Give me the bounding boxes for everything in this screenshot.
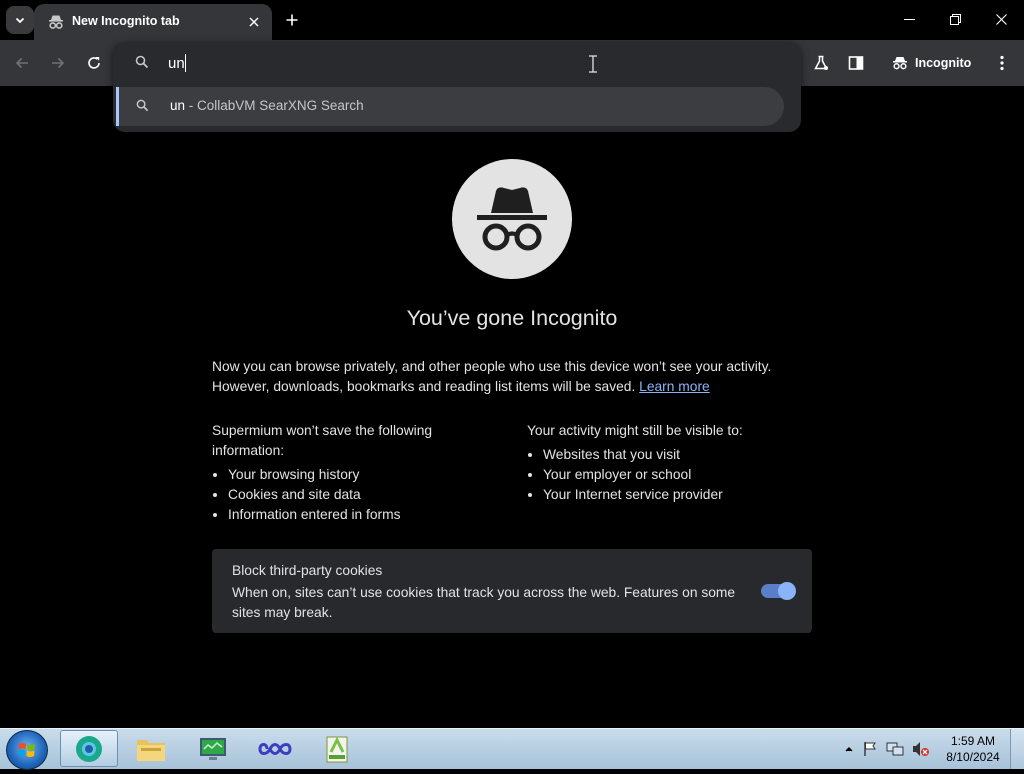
windows-logo-icon bbox=[18, 743, 35, 757]
incognito-icon bbox=[893, 57, 907, 70]
block-cookies-toggle[interactable] bbox=[761, 582, 796, 600]
incognito-intro: Now you can browse privately, and other … bbox=[212, 357, 812, 397]
close-icon bbox=[995, 13, 1007, 25]
incognito-spy-icon bbox=[477, 187, 547, 251]
system-tray bbox=[844, 729, 930, 769]
chevron-up-icon[interactable] bbox=[844, 744, 854, 754]
taskbar-app-supermium[interactable] bbox=[60, 730, 118, 767]
volume-muted-icon[interactable] bbox=[912, 741, 930, 757]
plus-icon bbox=[286, 14, 298, 26]
side-panel-icon bbox=[848, 56, 864, 70]
list-item: Information entered in forms bbox=[228, 505, 472, 525]
incognito-logo bbox=[452, 159, 572, 279]
list-item: Your Internet service provider bbox=[543, 485, 812, 505]
network-icon[interactable] bbox=[886, 741, 904, 757]
close-window-button[interactable] bbox=[978, 0, 1024, 38]
learn-more-link[interactable]: Learn more bbox=[639, 379, 710, 394]
minimize-button[interactable] bbox=[886, 0, 932, 38]
taskbar-app-explorer[interactable] bbox=[122, 730, 180, 767]
show-desktop-button[interactable] bbox=[1010, 729, 1024, 769]
wont-save-section: Supermium won’t save the following infor… bbox=[212, 421, 472, 525]
clock-date: 8/10/2024 bbox=[946, 750, 1000, 764]
minimize-icon bbox=[903, 18, 915, 20]
close-icon bbox=[249, 17, 259, 27]
flag-icon[interactable] bbox=[862, 741, 878, 757]
supermium-browser-icon bbox=[76, 735, 102, 762]
omnibox-popup: un - CollabVM SearXNG Search bbox=[113, 42, 801, 132]
suggestion-separator: - bbox=[185, 98, 198, 113]
text-caret bbox=[185, 54, 186, 72]
new-tab-button[interactable] bbox=[281, 9, 303, 31]
cookie-controls-card: Block third-party cookies When on, sites… bbox=[212, 549, 812, 633]
cookie-card-title: Block third-party cookies bbox=[232, 563, 383, 578]
suggestion-query: un bbox=[170, 98, 186, 113]
address-input[interactable] bbox=[168, 53, 588, 73]
cookie-card-description: When on, sites can’t use cookies that tr… bbox=[232, 585, 736, 620]
clock-time: 1:59 AM bbox=[950, 734, 996, 748]
page-title: You’ve gone Incognito bbox=[406, 306, 618, 330]
list-item: Your browsing history bbox=[228, 465, 472, 485]
tab-strip: New Incognito tab bbox=[0, 0, 1024, 40]
incognito-profile-button[interactable]: Incognito bbox=[884, 48, 979, 78]
search-icon bbox=[135, 55, 149, 69]
restore-icon bbox=[949, 13, 961, 25]
suggestion-text: un - CollabVM SearXNG Search bbox=[170, 98, 364, 113]
menu-button[interactable] bbox=[989, 50, 1015, 76]
chevron-down-icon bbox=[15, 17, 25, 24]
still-visible-list: Websites that you visit Your employer or… bbox=[527, 445, 812, 505]
taskbar-clock[interactable]: 1:59 AM 8/10/2024 bbox=[944, 733, 1002, 765]
still-visible-title: Your activity might still be visible to: bbox=[527, 423, 743, 438]
taskbar: 1:59 AM 8/10/2024 bbox=[0, 728, 1024, 770]
list-item: Websites that you visit bbox=[543, 445, 812, 465]
flask-icon bbox=[814, 55, 828, 70]
wont-save-title: Supermium won’t save the following infor… bbox=[212, 423, 433, 458]
arrow-left-icon bbox=[15, 57, 28, 69]
taskbar-app-infinity[interactable] bbox=[246, 730, 304, 767]
still-visible-section: Your activity might still be visible to:… bbox=[527, 421, 812, 505]
back-button[interactable] bbox=[9, 50, 35, 76]
suggestion-selected-indicator bbox=[116, 87, 119, 126]
tab-close-button[interactable] bbox=[244, 12, 264, 32]
notepad-plus-plus-icon bbox=[326, 736, 348, 762]
restore-button[interactable] bbox=[932, 0, 978, 38]
arrow-right-icon bbox=[52, 57, 65, 69]
list-item: Cookies and site data bbox=[228, 485, 472, 505]
infinity-icon bbox=[258, 742, 292, 755]
suggestion-engine: CollabVM SearXNG Search bbox=[197, 98, 364, 113]
side-panel-button[interactable] bbox=[843, 50, 869, 76]
taskbar-app-task-manager[interactable] bbox=[184, 730, 242, 767]
forward-button[interactable] bbox=[45, 50, 71, 76]
tab-new-incognito[interactable]: New Incognito tab bbox=[34, 4, 272, 40]
omnibox-suggestion[interactable]: un - CollabVM SearXNG Search bbox=[116, 87, 784, 126]
kebab-menu-icon bbox=[1000, 55, 1004, 71]
wont-save-list: Your browsing history Cookies and site d… bbox=[212, 465, 472, 525]
ibeam-cursor-icon bbox=[589, 55, 597, 73]
start-button[interactable] bbox=[6, 730, 48, 770]
reload-icon bbox=[88, 57, 100, 69]
omnibox[interactable] bbox=[113, 42, 801, 84]
intro-line-2: However, downloads, bookmarks and readin… bbox=[212, 379, 636, 394]
folder-icon bbox=[137, 739, 165, 761]
search-icon bbox=[136, 99, 149, 112]
taskbar-app-notepadpp[interactable] bbox=[308, 730, 366, 767]
tab-search-button[interactable] bbox=[6, 6, 34, 34]
tab-title: New Incognito tab bbox=[72, 14, 180, 28]
intro-line-1: Now you can browse privately, and other … bbox=[212, 359, 772, 374]
toggle-knob bbox=[778, 582, 796, 600]
profile-label: Incognito bbox=[915, 56, 972, 70]
list-item: Your employer or school bbox=[543, 465, 812, 485]
incognito-icon bbox=[49, 15, 63, 29]
reload-button[interactable] bbox=[81, 50, 107, 76]
labs-button[interactable] bbox=[808, 50, 834, 76]
monitor-icon bbox=[200, 737, 226, 760]
